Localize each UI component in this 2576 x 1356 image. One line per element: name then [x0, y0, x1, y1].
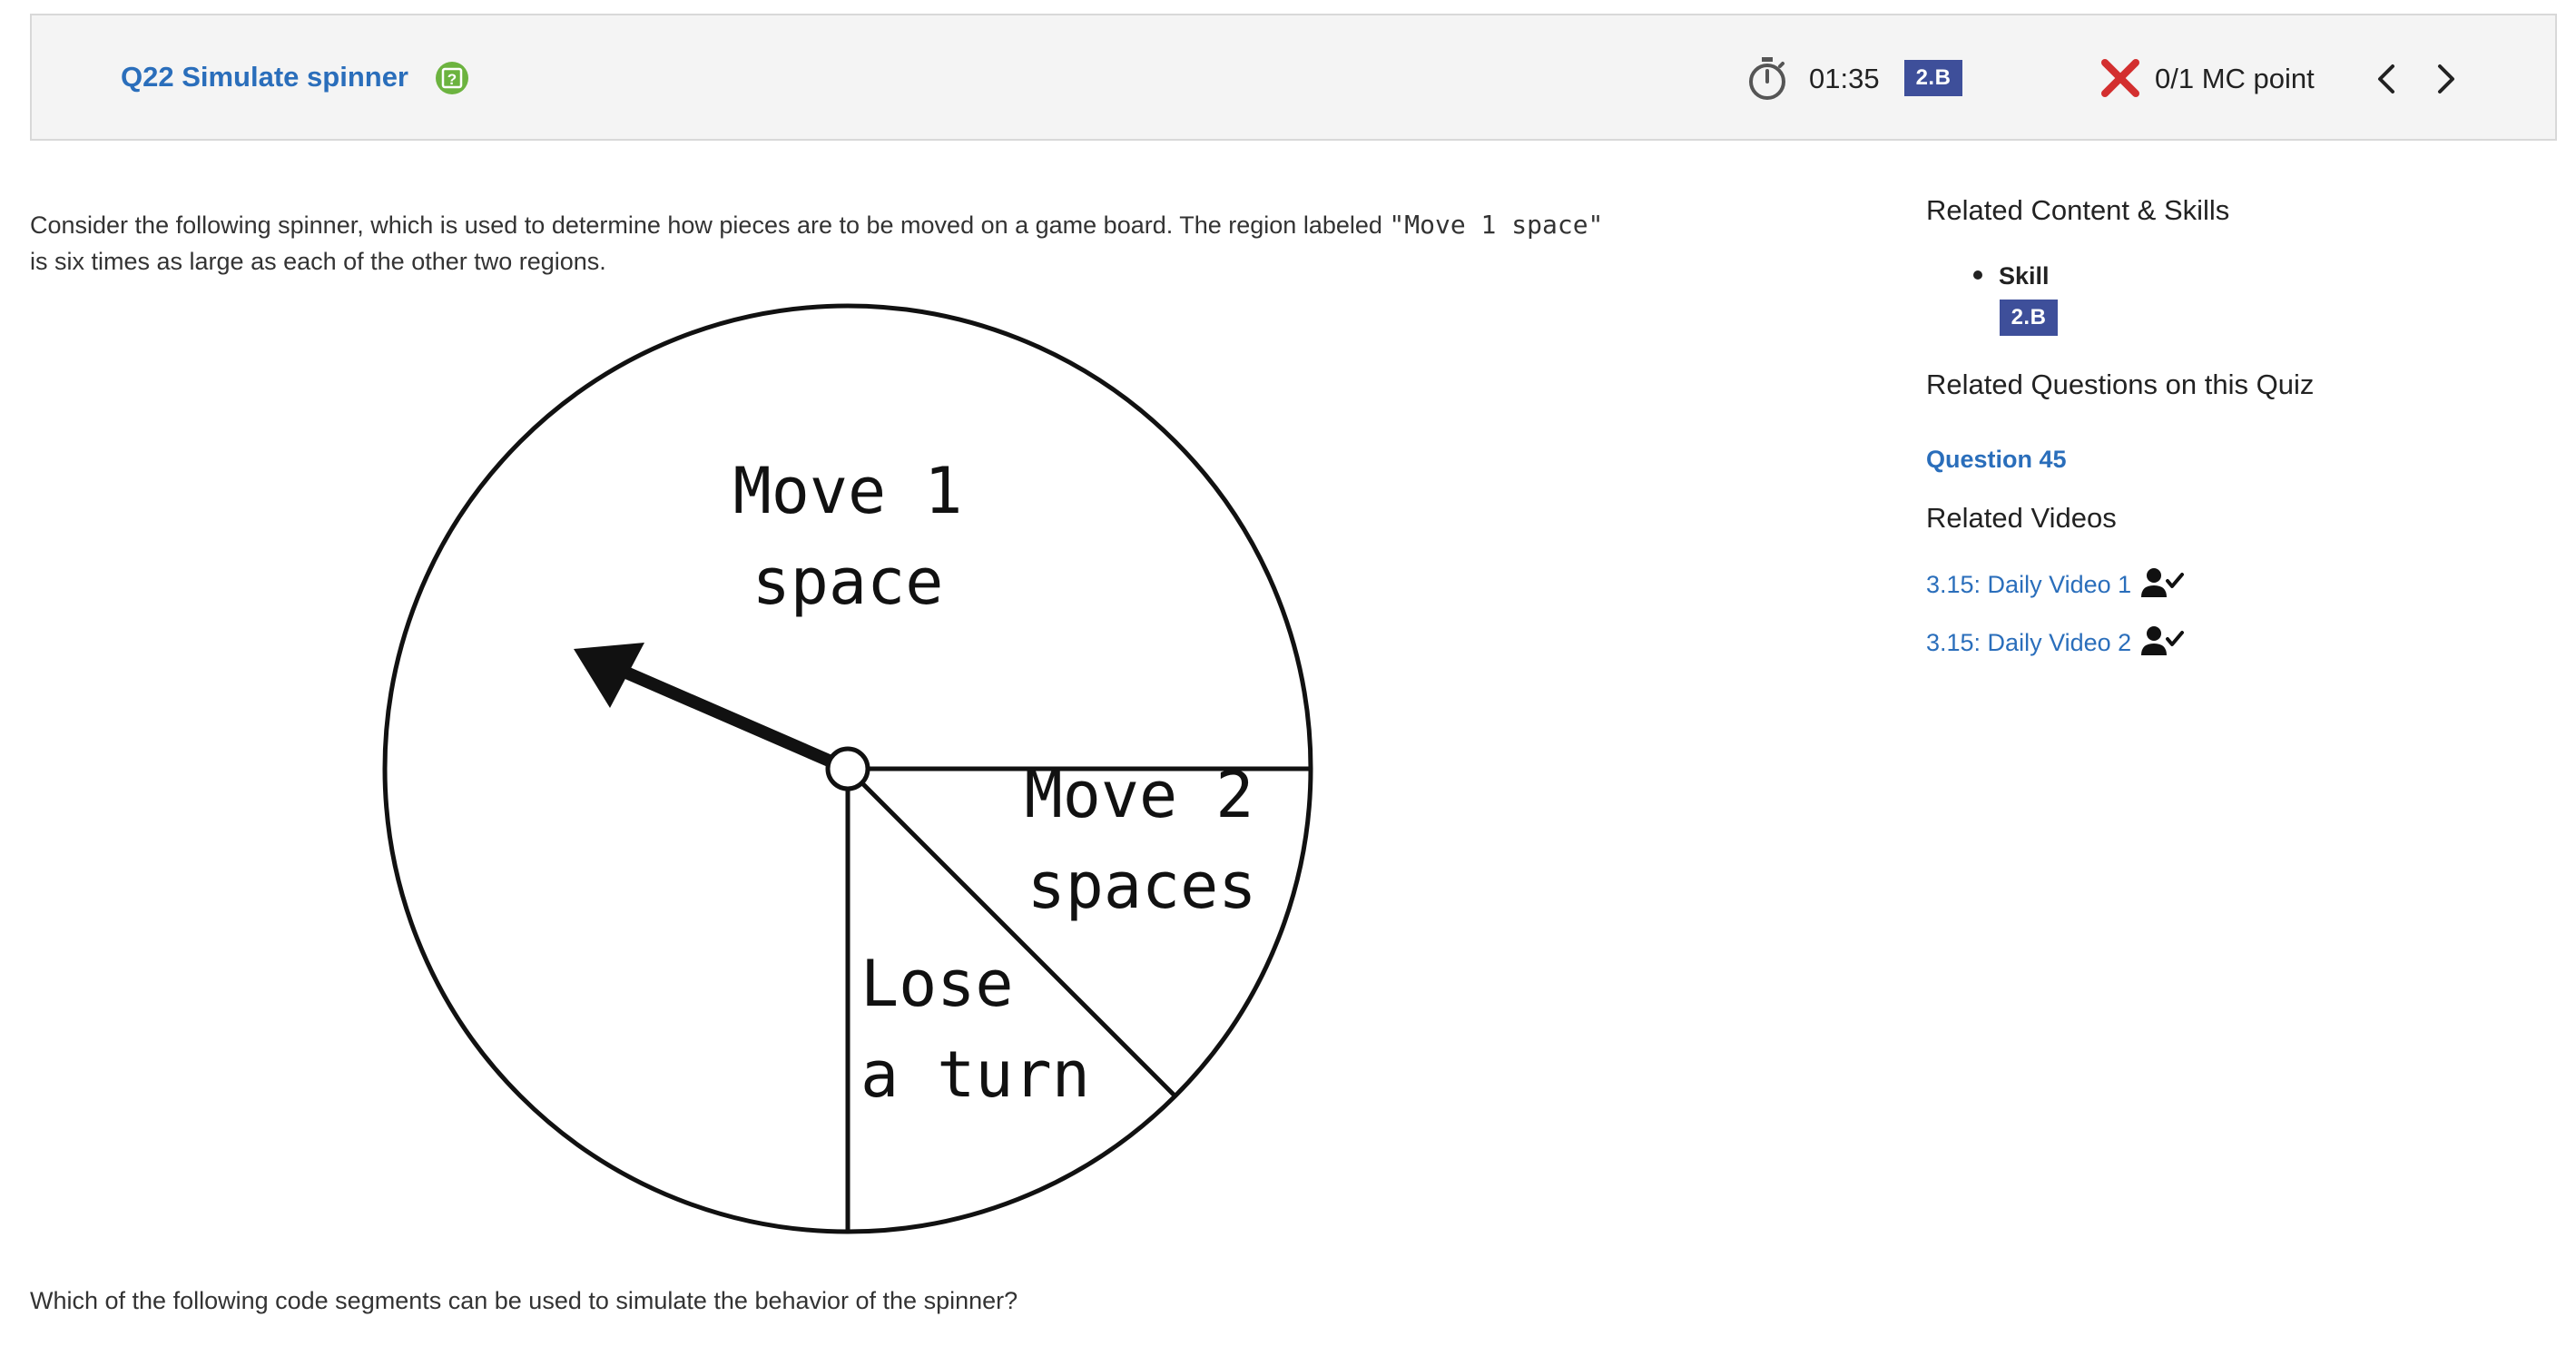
skill-badge: 2.B: [1904, 60, 1962, 96]
prompt-code: "Move 1 space": [1389, 210, 1604, 240]
spinner-hub: [825, 746, 870, 791]
region-move2-line1: Move 2: [1025, 758, 1254, 832]
region-move1-line2: space: [752, 545, 944, 619]
chevron-right-icon[interactable]: [2429, 59, 2462, 99]
related-videos-heading: Related Videos: [1926, 502, 2117, 534]
skill-list-item: Skill: [1973, 262, 2050, 290]
person-check-icon: [2141, 626, 2184, 655]
prompt-text-1: Consider the following spinner, which is…: [30, 211, 1390, 239]
related-content-heading: Related Content & Skills: [1926, 194, 2230, 226]
question-header: Q22 Simulate spinner ? 01:35 2.B 0/1 MC …: [30, 14, 2557, 141]
timer-value: 01:35: [1809, 63, 1880, 94]
sidebar-skill-badge: 2.B: [2000, 300, 2058, 336]
question-title[interactable]: Q22 Simulate spinner: [121, 61, 408, 93]
score-text: 0/1 MC point: [2155, 63, 2315, 94]
region-lose-line1: Lose: [860, 947, 1014, 1021]
video-link-1[interactable]: 3.15: Daily Video 1: [1926, 571, 2131, 599]
person-check-icon: [2141, 568, 2184, 597]
region-lose-line2: a turn: [860, 1037, 1090, 1112]
region-move1-line1: Move 1: [733, 454, 963, 528]
stopwatch-icon: [1749, 57, 1785, 100]
prompt-text-2: is six times as large as each of the oth…: [30, 248, 606, 275]
question-prompt: Consider the following spinner, which is…: [30, 207, 1664, 280]
help-question-icon[interactable]: ?: [434, 60, 470, 96]
skill-label: Skill: [1999, 262, 2050, 290]
video-link-2[interactable]: 3.15: Daily Video 2: [1926, 629, 2131, 657]
related-questions-heading: Related Questions on this Quiz: [1926, 368, 2315, 400]
question-follow-up: Which of the following code segments can…: [30, 1287, 1018, 1314]
chevron-left-icon[interactable]: [2371, 59, 2404, 99]
bullet-icon: [1973, 270, 1982, 280]
related-question-link[interactable]: Question 45: [1926, 446, 2067, 474]
incorrect-x-icon: [2101, 59, 2139, 97]
spinner-diagram: Move 1 space Move 2 spaces Lose a turn: [382, 303, 1313, 1234]
region-move2-line2: spaces: [1027, 849, 1257, 923]
svg-text:?: ?: [447, 71, 457, 88]
